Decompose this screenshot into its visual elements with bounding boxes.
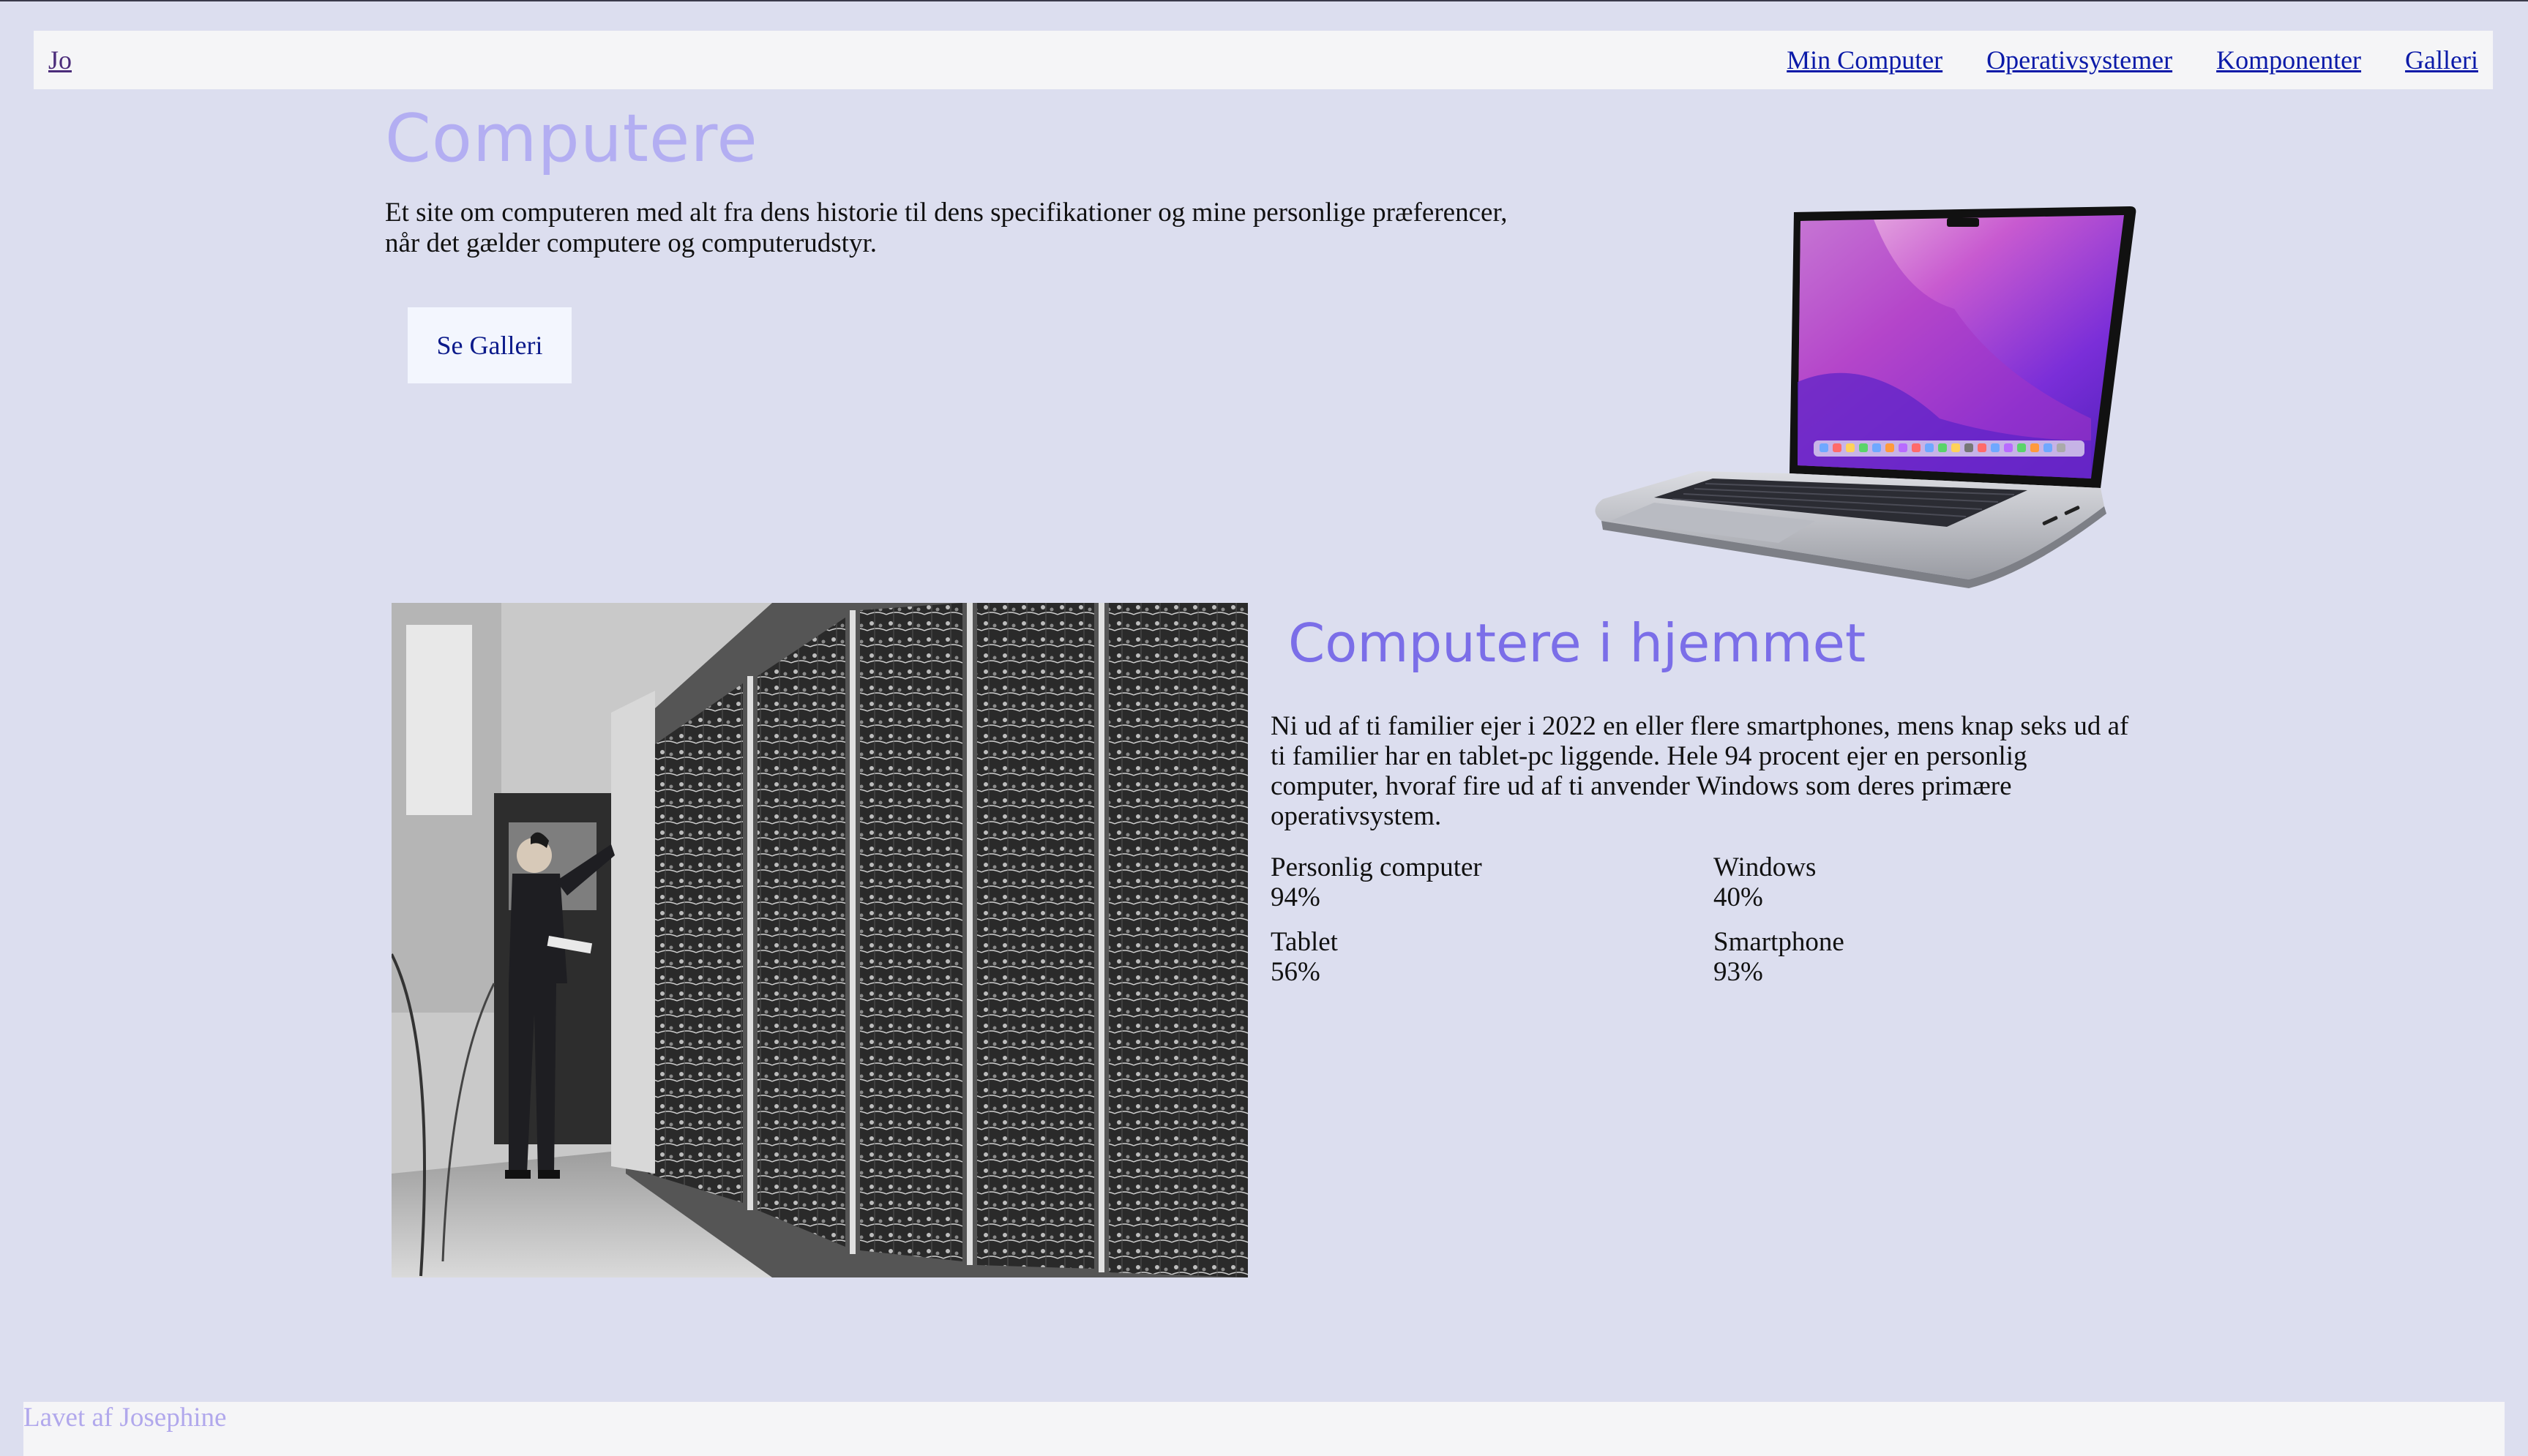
- nav-link-komponenter[interactable]: Komponenter: [2216, 45, 2361, 75]
- page-title: Computere: [385, 100, 758, 177]
- stat-value: 56%: [1271, 957, 1320, 987]
- hero-description: Et site om computeren med alt fra dens h…: [385, 198, 1508, 258]
- stats-grid: Personlig computer 94% Windows 40% Table…: [1271, 852, 2156, 987]
- stat-label: Smartphone: [1713, 927, 1844, 957]
- nav-links: Min Computer Operativsystemer Komponente…: [1787, 45, 2478, 75]
- see-gallery-button[interactable]: Se Galleri: [408, 307, 572, 383]
- stat-tablet: Tablet 56%: [1271, 927, 1713, 987]
- nav-link-min-computer[interactable]: Min Computer: [1787, 45, 1942, 75]
- nav-link-galleri[interactable]: Galleri: [2405, 45, 2478, 75]
- stat-windows: Windows 40%: [1713, 852, 2156, 912]
- stat-label: Windows: [1713, 852, 1817, 882]
- section-description: Ni ud af ti familier ejer i 2022 en elle…: [1271, 711, 2129, 831]
- top-navbar: Jo Min Computer Operativsystemer Kompone…: [34, 31, 2493, 89]
- stat-value: 93%: [1713, 957, 1763, 987]
- stat-personal-computer: Personlig computer 94%: [1271, 852, 1713, 912]
- footer: Lavet af Josephine: [23, 1402, 2505, 1456]
- section-title: Computere i hjemmet: [1288, 612, 1866, 674]
- stat-value: 94%: [1271, 882, 1320, 912]
- stat-label: Personlig computer: [1271, 852, 1482, 882]
- stat-label: Tablet: [1271, 927, 1338, 957]
- stat-smartphone: Smartphone 93%: [1713, 927, 2156, 987]
- stat-value: 40%: [1713, 882, 1763, 912]
- footer-credit: Lavet af Josephine: [23, 1403, 227, 1433]
- brand-link[interactable]: Jo: [48, 45, 72, 75]
- nav-link-operativsystemer[interactable]: Operativsystemer: [1986, 45, 2172, 75]
- laptop-image: [1595, 206, 2136, 588]
- vintage-computer-photo: [392, 603, 1248, 1277]
